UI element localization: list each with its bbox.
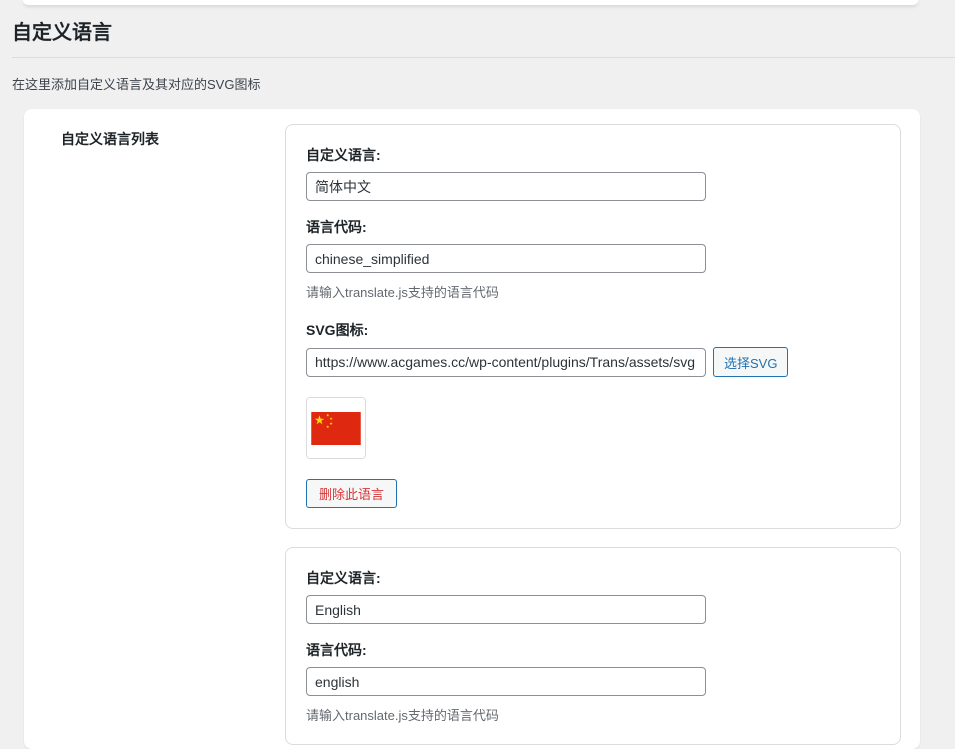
previous-card-bottom-edge <box>23 0 918 5</box>
language-name-input[interactable] <box>306 172 706 201</box>
language-code-label: 语言代码: <box>306 217 880 237</box>
language-name-label: 自定义语言: <box>306 568 880 588</box>
language-card-chinese: 自定义语言: 语言代码: 请输入translate.js支持的语言代码 SVG图… <box>285 124 901 529</box>
language-list: 自定义语言: 语言代码: 请输入translate.js支持的语言代码 SVG图… <box>285 124 901 734</box>
custom-language-settings-card: 自定义语言列表 自定义语言: 语言代码: 请输入translate.js支持的语… <box>24 109 920 749</box>
language-list-label: 自定义语言列表 <box>43 124 285 734</box>
language-name-label: 自定义语言: <box>306 145 880 165</box>
svg-url-row: 选择SVG <box>306 347 880 377</box>
language-code-input[interactable] <box>306 667 706 696</box>
language-code-input[interactable] <box>306 244 706 273</box>
svg-icon-preview <box>306 397 366 459</box>
page-description: 在这里添加自定义语言及其对应的SVG图标 <box>12 74 955 93</box>
svg-url-input[interactable] <box>306 348 706 377</box>
language-card-english: 自定义语言: 语言代码: 请输入translate.js支持的语言代码 <box>285 547 901 745</box>
title-divider <box>12 57 955 58</box>
china-flag-icon <box>311 412 361 445</box>
language-code-label: 语言代码: <box>306 640 880 660</box>
language-code-help: 请输入translate.js支持的语言代码 <box>306 282 880 301</box>
delete-language-button[interactable]: 删除此语言 <box>306 479 397 508</box>
select-svg-button[interactable]: 选择SVG <box>713 347 788 377</box>
language-name-input[interactable] <box>306 595 706 624</box>
svg-icon-label: SVG图标: <box>306 320 880 340</box>
page-title: 自定义语言 <box>12 20 955 46</box>
